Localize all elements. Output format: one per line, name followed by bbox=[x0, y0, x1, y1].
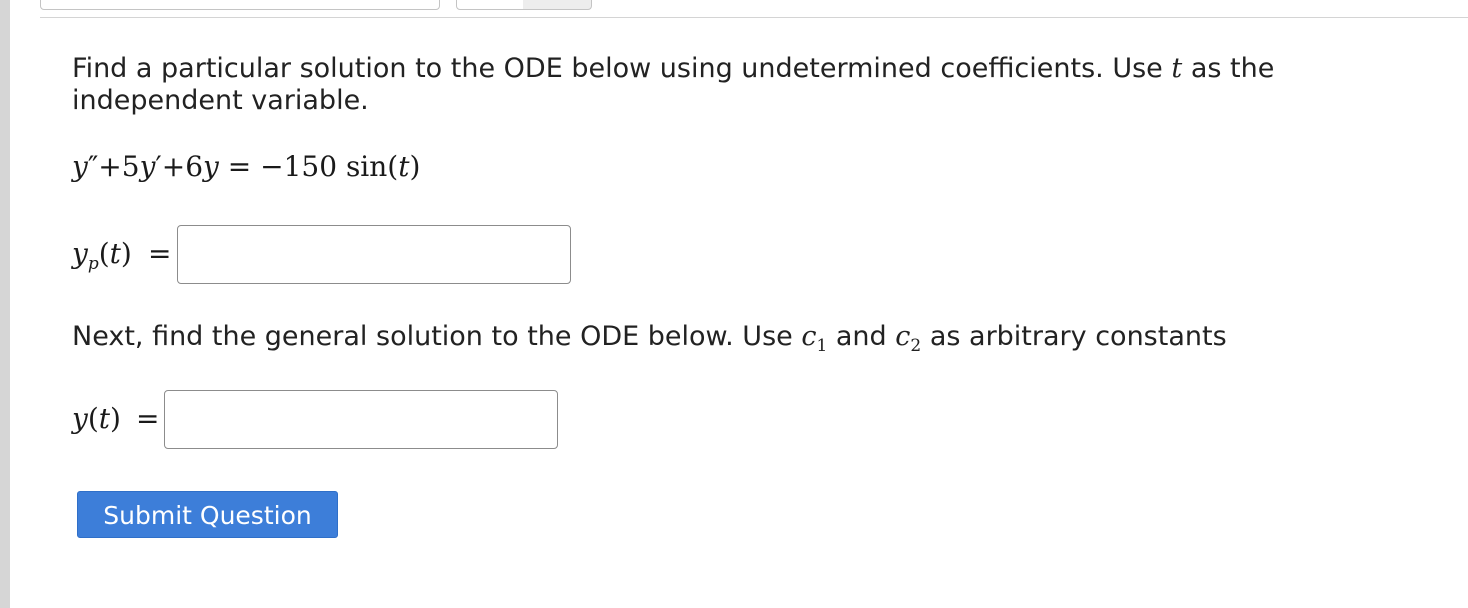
eq-y: y bbox=[72, 150, 88, 183]
y-letter: y bbox=[72, 402, 88, 435]
y-close-paren: ) bbox=[110, 402, 121, 435]
c1-subscript: 1 bbox=[816, 336, 828, 356]
yp-equals-sign: = bbox=[148, 237, 172, 270]
top-button-group-edge bbox=[456, 0, 592, 10]
eq-y: y bbox=[203, 150, 219, 183]
eq-y: y bbox=[139, 150, 156, 183]
y-equals-sign: = bbox=[136, 402, 160, 435]
general-solution-label: y(t) bbox=[72, 402, 121, 436]
next-text-start: Next, find the general solution to the O… bbox=[72, 321, 793, 352]
intro-text-start: Find a particular solution to the ODE be… bbox=[72, 53, 1163, 84]
eq-rhs-close: ) bbox=[409, 150, 421, 183]
eq-plus-5: +5 bbox=[98, 150, 140, 183]
question-intro: Find a particular solution to the ODE be… bbox=[72, 53, 1432, 117]
yp-y: y bbox=[72, 237, 88, 270]
eq-rhs: = −150 sin( bbox=[218, 150, 399, 183]
c2-symbol: c2 bbox=[895, 321, 921, 356]
eq-rhs-var: t bbox=[398, 150, 410, 183]
y-open-paren: ( bbox=[87, 402, 99, 435]
next-text-end: as arbitrary constants bbox=[929, 321, 1227, 352]
particular-solution-label: yp(t) bbox=[72, 237, 132, 281]
left-border-bar bbox=[0, 0, 10, 608]
yp-subscript: p bbox=[87, 254, 99, 274]
yp-close-paren: ) bbox=[120, 237, 132, 270]
general-solution-instructions: Next, find the general solution to the O… bbox=[72, 321, 1432, 362]
y-var: t bbox=[98, 402, 111, 435]
yp-open-paren: ( bbox=[98, 237, 110, 270]
eq-double-prime: ″ bbox=[87, 150, 99, 183]
c2-letter: c bbox=[895, 321, 911, 352]
c1-letter: c bbox=[801, 321, 817, 352]
submit-question-button[interactable]: Submit Question bbox=[77, 491, 338, 538]
c2-subscript: 2 bbox=[910, 336, 922, 356]
ode-equation: y″+5y′+6y = −150 sin(t) bbox=[72, 150, 420, 184]
particular-solution-input[interactable] bbox=[177, 225, 571, 284]
yp-var: t bbox=[109, 237, 121, 270]
general-solution-input[interactable] bbox=[164, 390, 558, 449]
c1-symbol: c1 bbox=[801, 321, 827, 356]
section-divider bbox=[40, 17, 1468, 18]
independent-variable: t bbox=[1171, 53, 1183, 84]
and-text: and bbox=[835, 321, 887, 352]
top-input-edge bbox=[40, 0, 440, 10]
eq-plus-6: +6 bbox=[161, 150, 204, 183]
